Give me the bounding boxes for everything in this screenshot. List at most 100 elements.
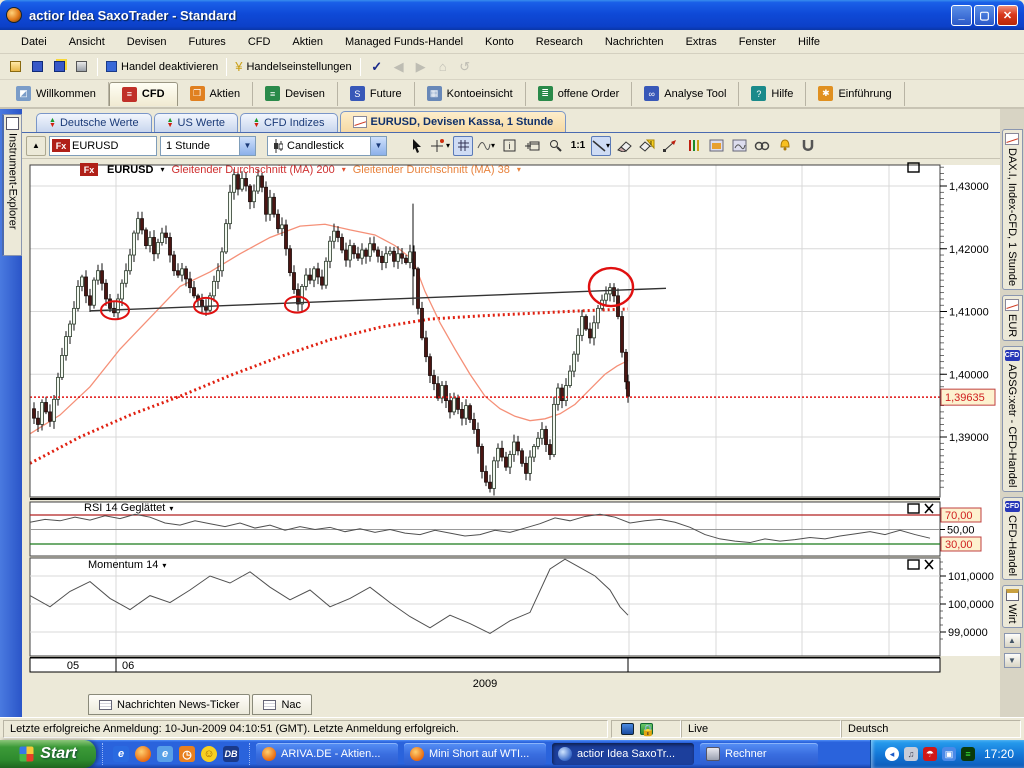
cursor-tool-icon[interactable] xyxy=(407,136,427,156)
momentum-label[interactable]: Momentum 14▾ xyxy=(88,559,166,571)
chart-icon xyxy=(1005,299,1019,311)
collapse-tray-icon[interactable]: ◂ xyxy=(885,747,899,761)
snapshot-settings-icon[interactable] xyxy=(729,136,749,156)
firefox-icon xyxy=(410,747,424,761)
snapshot-icon[interactable] xyxy=(706,136,726,156)
menu-ansicht[interactable]: Ansicht xyxy=(58,33,116,51)
link-icon[interactable] xyxy=(752,136,772,156)
forward-icon[interactable]: ▶ xyxy=(410,56,432,77)
doctab-eurusd[interactable]: EURUSD, Devisen Kassa, 1 Stunde xyxy=(340,111,567,132)
menu-aktien[interactable]: Aktien xyxy=(281,33,334,51)
dock-tab-dax[interactable]: DAX.I, Index-CFD, 1 Stunde xyxy=(1002,129,1023,290)
period-select[interactable]: 1 Stunde▼ xyxy=(160,136,256,156)
delete-all-drawings-icon[interactable]: ! xyxy=(637,136,657,156)
alert-bell-icon[interactable] xyxy=(775,136,795,156)
task-ariva[interactable]: ARIVA.DE - Aktien... xyxy=(256,743,398,765)
magnet-icon[interactable] xyxy=(798,136,818,156)
clock-app-icon[interactable]: ◷ xyxy=(179,746,195,762)
menu-konto[interactable]: Konto xyxy=(474,33,525,51)
tab-aktien[interactable]: ❐Aktien xyxy=(178,82,254,106)
tab-einfuehrung[interactable]: ✱Einführung xyxy=(806,82,904,106)
zoom-tool-icon[interactable] xyxy=(545,136,565,156)
one-to-one-icon[interactable]: 1:1 xyxy=(568,136,588,156)
tab-devisen[interactable]: ≡Devisen xyxy=(253,82,338,106)
rsi-label[interactable]: RSI 14 Geglättet▾ xyxy=(84,502,173,514)
quotes-icon: ▲▼ xyxy=(253,118,260,128)
scroll-down-icon[interactable]: ▼ xyxy=(1004,653,1021,668)
menu-research[interactable]: Research xyxy=(525,33,594,51)
chart-doc-tabs: ▲▼Deutsche Werte ▲▼US Werte ▲▼CFD Indize… xyxy=(22,111,1000,133)
dock-tab-wirtschaft[interactable]: Wirt xyxy=(1002,585,1023,628)
menu-datei[interactable]: Datei xyxy=(10,33,58,51)
refresh-icon[interactable]: ↺ xyxy=(454,56,476,77)
menu-devisen[interactable]: Devisen xyxy=(116,33,178,51)
grid-tool-icon[interactable] xyxy=(453,136,473,156)
rsi-level-label: 70,00 xyxy=(945,510,973,522)
tab-cfd[interactable]: ≡CFD xyxy=(109,82,178,106)
tab-future[interactable]: SFuture xyxy=(338,82,415,106)
chevron-down-icon[interactable]: ▾ xyxy=(160,165,164,174)
chevron-down-icon[interactable]: ▾ xyxy=(517,165,521,174)
dock-tab-adsg[interactable]: CFDADSG:xetr - CFD-Handel xyxy=(1002,346,1023,491)
save-as-icon[interactable] xyxy=(48,56,70,77)
indicator-tool-icon[interactable]: ▾ xyxy=(476,136,496,156)
tab-kontoeinsicht[interactable]: ▦Kontoeinsicht xyxy=(415,82,526,106)
firefox-icon[interactable] xyxy=(135,746,151,762)
chevron-down-icon: ▼ xyxy=(239,137,255,155)
smiley-icon[interactable]: ☺ xyxy=(201,746,217,762)
tab-analyse-tool[interactable]: ∞Analyse Tool xyxy=(632,82,739,106)
system-tray: ◂ ♫ ☂ ▣ ≡ 17:20 xyxy=(870,740,1024,768)
welcome-icon: ◩ xyxy=(16,86,31,101)
minimize-button[interactable]: _ xyxy=(951,5,972,26)
tab-offene-order[interactable]: ≣offene Order xyxy=(526,82,633,106)
menu-extras[interactable]: Extras xyxy=(675,33,728,51)
price-chart[interactable]: 1,430001,420001,410001,400001,390001,396… xyxy=(22,160,1000,692)
task-rechner[interactable]: Rechner xyxy=(700,743,818,765)
dock-tab-eur[interactable]: EUR xyxy=(1002,295,1023,341)
ie-icon[interactable]: e xyxy=(113,746,129,762)
instrument-explorer-tab[interactable]: Instrument-Explorer xyxy=(2,114,22,256)
doctab-deutsche-werte[interactable]: ▲▼Deutsche Werte xyxy=(36,113,152,132)
collapse-panel-icon[interactable]: ▲ xyxy=(26,136,46,156)
confirm-icon[interactable]: ✓ xyxy=(366,56,388,77)
color-pencils-icon[interactable] xyxy=(683,136,703,156)
doctab-us-werte[interactable]: ▲▼US Werte xyxy=(154,113,238,132)
menu-managed-funds[interactable]: Managed Funds-Handel xyxy=(334,33,474,51)
news-ticker-tab-2[interactable]: Nac xyxy=(252,694,312,715)
tab-hilfe[interactable]: ?Hilfe xyxy=(739,82,806,106)
news-ticker-tab[interactable]: Nachrichten News-Ticker xyxy=(88,694,250,715)
print-icon[interactable] xyxy=(70,56,92,77)
browser-icon[interactable]: e xyxy=(157,746,173,762)
menu-fenster[interactable]: Fenster xyxy=(728,33,787,51)
db-icon[interactable]: DB xyxy=(223,746,239,762)
add-window-icon[interactable] xyxy=(522,136,542,156)
line-tool-icon[interactable]: ▾ xyxy=(591,136,611,156)
open-icon[interactable] xyxy=(4,56,26,77)
scroll-up-icon[interactable]: ▲ xyxy=(1004,633,1021,648)
menu-cfd[interactable]: CFD xyxy=(237,33,282,51)
menu-hilfe[interactable]: Hilfe xyxy=(787,33,831,51)
task-saxotrader[interactable]: actior Idea SaxoTr... xyxy=(552,743,694,765)
eraser-tool-icon[interactable] xyxy=(614,136,634,156)
back-icon[interactable]: ◀ xyxy=(388,56,410,77)
task-mini-short[interactable]: Mini Short auf WTI... xyxy=(404,743,546,765)
home-icon[interactable]: ⌂ xyxy=(432,56,454,77)
maximize-button[interactable]: ▢ xyxy=(974,5,995,26)
trade-settings-button[interactable]: ¥Handelseinstellungen xyxy=(232,56,354,77)
crosshair-tool-icon[interactable]: ▾ xyxy=(430,136,450,156)
right-dock-strip: DAX.I, Index-CFD, 1 Stunde EUR CFDADSG:x… xyxy=(1000,109,1024,717)
close-button[interactable]: ✕ xyxy=(997,5,1018,26)
tab-willkommen[interactable]: ◩Willkommen xyxy=(4,82,109,106)
doctab-cfd-indizes[interactable]: ▲▼CFD Indizes xyxy=(240,113,337,132)
style-select[interactable]: Candlestick▼ xyxy=(267,136,387,156)
symbol-input[interactable] xyxy=(72,140,144,152)
trend-arrow-icon[interactable] xyxy=(660,136,680,156)
menu-nachrichten[interactable]: Nachrichten xyxy=(594,33,675,51)
chevron-down-icon[interactable]: ▾ xyxy=(342,165,346,174)
menu-futures[interactable]: Futures xyxy=(178,33,237,51)
save-icon[interactable] xyxy=(26,56,48,77)
trade-disable-button[interactable]: Handel deaktivieren xyxy=(103,56,221,77)
info-tool-icon[interactable]: i xyxy=(499,136,519,156)
start-button[interactable]: Start xyxy=(0,740,96,768)
dock-tab-cfd-handel[interactable]: CFDCFD-Handel xyxy=(1002,497,1023,580)
